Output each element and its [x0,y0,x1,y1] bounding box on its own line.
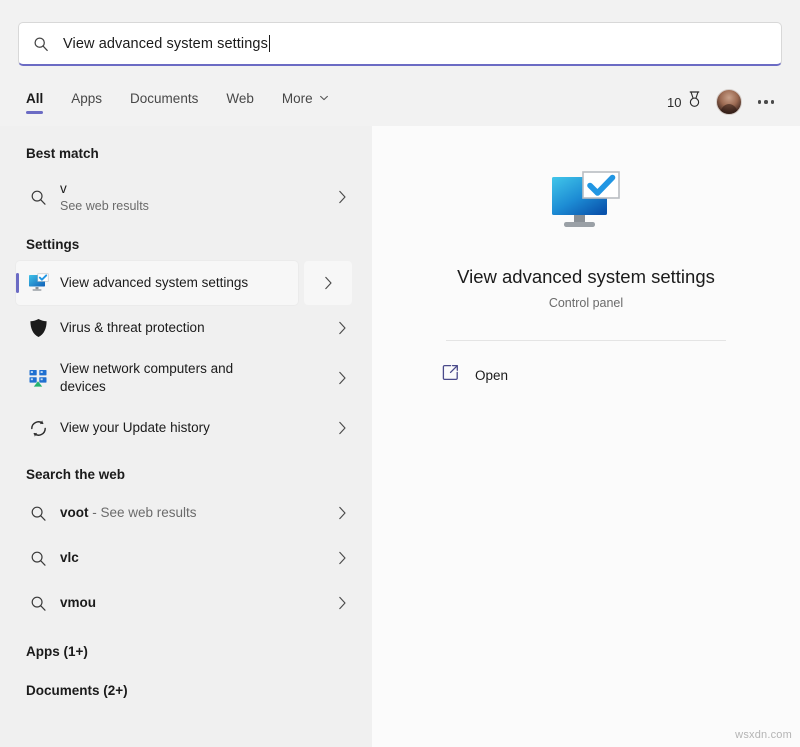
chevron-right-icon[interactable] [322,506,362,520]
sidebar-item-virus-threat-protection[interactable]: Virus & threat protection [16,306,362,350]
chevron-right-icon[interactable] [322,321,362,335]
external-link-icon [442,364,459,386]
list-item-best-match[interactable]: v See web results [16,170,362,224]
refresh-icon [16,419,60,438]
chevron-right-icon[interactable] [322,371,362,385]
tab-web[interactable]: Web [226,91,254,114]
preview-title: View advanced system settings [372,266,800,288]
tab-documents[interactable]: Documents [130,91,198,114]
settings-row-1-label: Virus & threat protection [60,319,316,337]
tab-more-label: More [282,91,313,106]
rewards-count: 10 [667,95,681,110]
tab-more[interactable]: More [282,91,329,114]
web-suggestion-vlc[interactable]: vlc [16,536,362,580]
web-suggestion-0-label: voot - See web results [60,504,316,522]
search-icon [33,36,49,52]
ellipsis-icon[interactable] [756,94,777,110]
chevron-right-icon[interactable] [322,596,362,610]
chevron-right-icon[interactable] [322,190,362,204]
chevron-right-icon[interactable] [322,421,362,435]
sidebar-item-view-network-computers-and-devices[interactable]: View network computers and devices [16,351,362,405]
preview-hero: View advanced system settings Control pa… [372,134,800,310]
search-icon [16,595,60,612]
filter-tab-bar: All Apps Documents Web More 10 [0,84,800,120]
settings-row-0-wrap: View advanced system settings [0,261,308,305]
web-suggestion-0-match: v [60,505,68,520]
web-suggestion-1-labels: vlc [60,549,322,567]
results-list-panel: Best match v See web results Settings [0,126,372,747]
search-input-value: View advanced system settings [63,36,268,52]
best-match-labels: v See web results [60,180,322,215]
web-suggestion-0-rest: oot [68,505,89,520]
monitor-check-icon [372,170,800,236]
settings-row-3-label: View your Update history [60,419,316,437]
results-area: Best match v See web results Settings [0,126,800,747]
search-icon [16,189,60,206]
web-suggestion-2-rest: mou [68,595,97,610]
settings-row-0-labels: View advanced system settings [60,274,298,292]
web-suggestion-0-suffix: - See web results [89,505,197,520]
shield-icon [16,318,60,338]
search-the-web-heading: Search the web [0,451,372,490]
sidebar-item-view-advanced-system-settings[interactable]: View advanced system settings [16,261,298,305]
preview-divider [446,340,726,341]
web-suggestion-2-label: vmou [60,594,316,612]
web-suggestion-2-match: v [60,595,68,610]
tab-all[interactable]: All [26,91,43,114]
tab-apps-label: Apps [71,91,102,106]
best-match-label: v [60,180,316,198]
tab-all-label: All [26,91,43,106]
apps-heading[interactable]: Apps (1+) [0,626,372,667]
documents-heading[interactable]: Documents (2+) [0,667,372,706]
web-suggestion-1-match: v [60,550,68,565]
settings-row-1-labels: Virus & threat protection [60,319,322,337]
filter-tabs: All Apps Documents Web More [0,91,329,114]
chevron-right-icon[interactable] [322,551,362,565]
sidebar-item-view-your-update-history[interactable]: View your Update history [16,406,362,450]
web-suggestion-2-labels: vmou [60,594,322,612]
open-button-label: Open [475,368,508,383]
text-caret [269,35,270,52]
chevron-right-icon[interactable] [304,261,352,305]
selection-accent-bar [16,273,19,293]
tab-web-label: Web [226,91,254,106]
watermark: wsxdn.com [735,729,792,741]
chevron-down-icon [319,93,329,103]
tab-apps[interactable]: Apps [71,91,102,114]
monitor-check-icon [16,273,60,293]
tab-documents-label: Documents [130,91,198,106]
settings-row-3-labels: View your Update history [60,419,322,437]
web-suggestion-voot[interactable]: voot - See web results [16,491,362,535]
web-suggestion-vmou[interactable]: vmou [16,581,362,625]
settings-heading: Settings [0,225,372,260]
preview-panel: View advanced system settings Control pa… [372,126,800,747]
settings-row-0-label: View advanced system settings [60,274,292,292]
search-bar-container: View advanced system settings [18,22,782,66]
best-match-sublabel: See web results [60,198,316,215]
rewards-button[interactable]: 10 [667,91,701,113]
search-icon [16,505,60,522]
best-match-heading: Best match [0,134,372,169]
open-button[interactable]: Open [434,355,740,395]
web-suggestion-0-labels: voot - See web results [60,504,322,522]
settings-row-2-label: View network computers and devices [60,360,270,396]
web-suggestion-1-rest: lc [68,550,79,565]
medal-icon [687,91,702,113]
preview-subtitle: Control panel [372,296,800,310]
search-icon [16,550,60,567]
header-actions: 10 [667,89,800,115]
network-icon [16,368,60,389]
search-input[interactable]: View advanced system settings [18,22,782,66]
settings-row-2-labels: View network computers and devices [60,360,322,396]
web-suggestion-1-label: vlc [60,549,316,567]
avatar[interactable] [716,89,742,115]
